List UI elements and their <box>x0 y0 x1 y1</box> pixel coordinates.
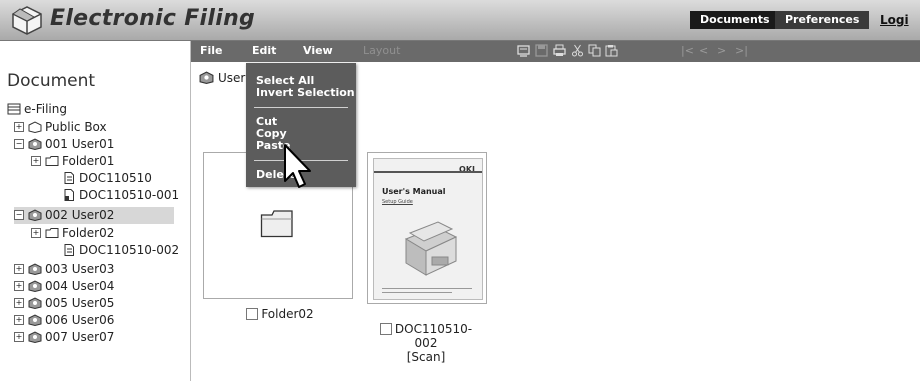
folder-caption: Folder02 <box>225 307 335 321</box>
app-header: Electronic Filing Documents Preferences … <box>0 0 920 41</box>
folder-icon <box>45 155 59 166</box>
expand-toggle[interactable]: + <box>14 121 24 132</box>
paste-icon[interactable] <box>605 44 618 57</box>
expand-toggle[interactable]: + <box>31 227 41 238</box>
tree-item-public-box[interactable]: + Public Box <box>14 119 107 136</box>
cut-icon[interactable] <box>571 44 584 57</box>
tree-item-user01[interactable]: − 001 User01 <box>14 136 114 153</box>
menu-item-invert-selection[interactable]: Invert Selection <box>256 87 355 99</box>
menu-view[interactable]: View <box>303 44 333 57</box>
user-box-icon <box>28 330 42 343</box>
menu-layout: Layout <box>363 44 401 57</box>
save-icon <box>535 44 548 57</box>
tree-item-folder02[interactable]: + Folder02 <box>31 225 114 242</box>
document-preview: OKI User's Manual Setup Guide <box>373 158 483 300</box>
user-box-icon <box>28 313 42 326</box>
doc-footer-line <box>382 292 452 293</box>
tree-item-folder01[interactable]: + Folder01 <box>31 153 114 170</box>
properties-icon[interactable] <box>517 44 530 57</box>
item-name-line1: DOC110510- <box>394 322 473 336</box>
collapse-toggle[interactable]: − <box>14 209 24 220</box>
mouse-pointer-icon <box>284 144 311 188</box>
print-icon[interactable] <box>553 44 566 57</box>
tree-item-label: Public Box <box>45 120 107 134</box>
document-thumbnail[interactable]: OKI User's Manual Setup Guide <box>367 152 487 304</box>
box-logo-icon <box>12 6 42 35</box>
expand-toggle[interactable]: + <box>14 314 24 325</box>
menu-separator <box>254 107 348 108</box>
expand-toggle[interactable]: + <box>14 263 24 274</box>
tree-item-user07[interactable]: +007 User07 <box>14 329 114 346</box>
tree-item-doc110510-001[interactable]: DOC110510-001 <box>62 187 179 204</box>
doc-rule <box>374 171 482 173</box>
last-page-button: >| <box>735 44 748 57</box>
expand-toggle[interactable]: + <box>14 280 24 291</box>
box-icon <box>28 120 42 133</box>
breadcrumb: User0 <box>199 71 253 85</box>
menu-toolbar: File Edit View Layout |< < > >| <box>191 41 920 62</box>
tree-item-label: Folder02 <box>62 226 115 240</box>
user-box-icon <box>28 279 42 292</box>
item-name-line2: 002 <box>414 336 438 350</box>
logout-link[interactable]: Logi <box>880 13 909 27</box>
tree-item-label: DOC110510 <box>79 171 152 185</box>
prev-page-button: < <box>699 44 709 57</box>
tree-item-user05[interactable]: +005 User05 <box>14 295 114 312</box>
tree-item-doc110510[interactable]: DOC110510 <box>62 170 152 187</box>
folder-icon <box>260 210 293 238</box>
user-box-icon <box>28 137 42 150</box>
sidebar-tree: Document e-Filing + Public Box − 001 User0… <box>0 41 191 381</box>
expand-toggle[interactable]: + <box>14 331 24 342</box>
tree-item-label: Folder01 <box>62 154 115 168</box>
expand-toggle[interactable]: + <box>14 297 24 308</box>
document-caption: DOC110510- 002 [Scan] <box>371 322 481 364</box>
doc-subtitle: Setup Guide <box>382 199 413 205</box>
app-title: Electronic Filing <box>50 6 256 31</box>
collapse-toggle[interactable]: − <box>14 138 24 149</box>
copy-icon[interactable] <box>588 44 601 57</box>
select-checkbox[interactable] <box>379 322 392 335</box>
next-page-button: > <box>717 44 727 57</box>
doc-footer-line <box>382 288 472 289</box>
menu-file[interactable]: File <box>200 44 223 57</box>
user-box-icon <box>28 262 42 275</box>
select-checkbox[interactable] <box>246 307 259 320</box>
document-icon <box>64 188 74 201</box>
tree-item-label: 003 User03 <box>45 262 115 276</box>
folder-icon <box>45 227 59 238</box>
efiling-icon <box>7 103 21 114</box>
tree-item-label: 002 User02 <box>45 208 115 222</box>
menu-edit[interactable]: Edit <box>252 44 276 57</box>
user-box-icon <box>28 208 42 221</box>
tree-item-user06[interactable]: +006 User06 <box>14 312 114 329</box>
tree-item-user02[interactable]: − 002 User02 <box>14 207 174 224</box>
tree-root-label: e-Filing <box>24 102 67 116</box>
tree-item-label: DOC110510-001 <box>79 188 180 202</box>
tree-item-user04[interactable]: +004 User04 <box>14 278 114 295</box>
tree-item-label: 005 User05 <box>45 296 115 310</box>
user-box-icon <box>28 296 42 309</box>
tree-item-label: 007 User07 <box>45 330 115 344</box>
tree-item-label: 001 User01 <box>45 137 115 151</box>
expand-toggle[interactable]: + <box>31 155 41 166</box>
user-box-icon <box>199 71 214 84</box>
doc-title: User's Manual <box>382 187 446 196</box>
tree-root-efiling[interactable]: e-Filing <box>7 101 67 118</box>
item-name: Folder02 <box>261 307 314 321</box>
tree-item-user03[interactable]: +003 User03 <box>14 261 114 278</box>
tree-heading: Document <box>7 71 96 91</box>
tree-item-doc110510-002[interactable]: DOC110510-002 <box>62 242 179 259</box>
first-page-button: |< <box>681 44 694 57</box>
tree-item-label: DOC110510-002 <box>79 243 180 257</box>
printer-image <box>404 221 458 276</box>
tree-item-label: 006 User06 <box>45 313 115 327</box>
item-name-line3: [Scan] <box>406 350 446 364</box>
document-icon <box>64 171 74 184</box>
tree-item-label: 004 User04 <box>45 279 115 293</box>
tab-preferences[interactable]: Preferences <box>775 11 870 29</box>
tab-documents[interactable]: Documents <box>690 11 780 29</box>
document-icon <box>64 243 74 256</box>
